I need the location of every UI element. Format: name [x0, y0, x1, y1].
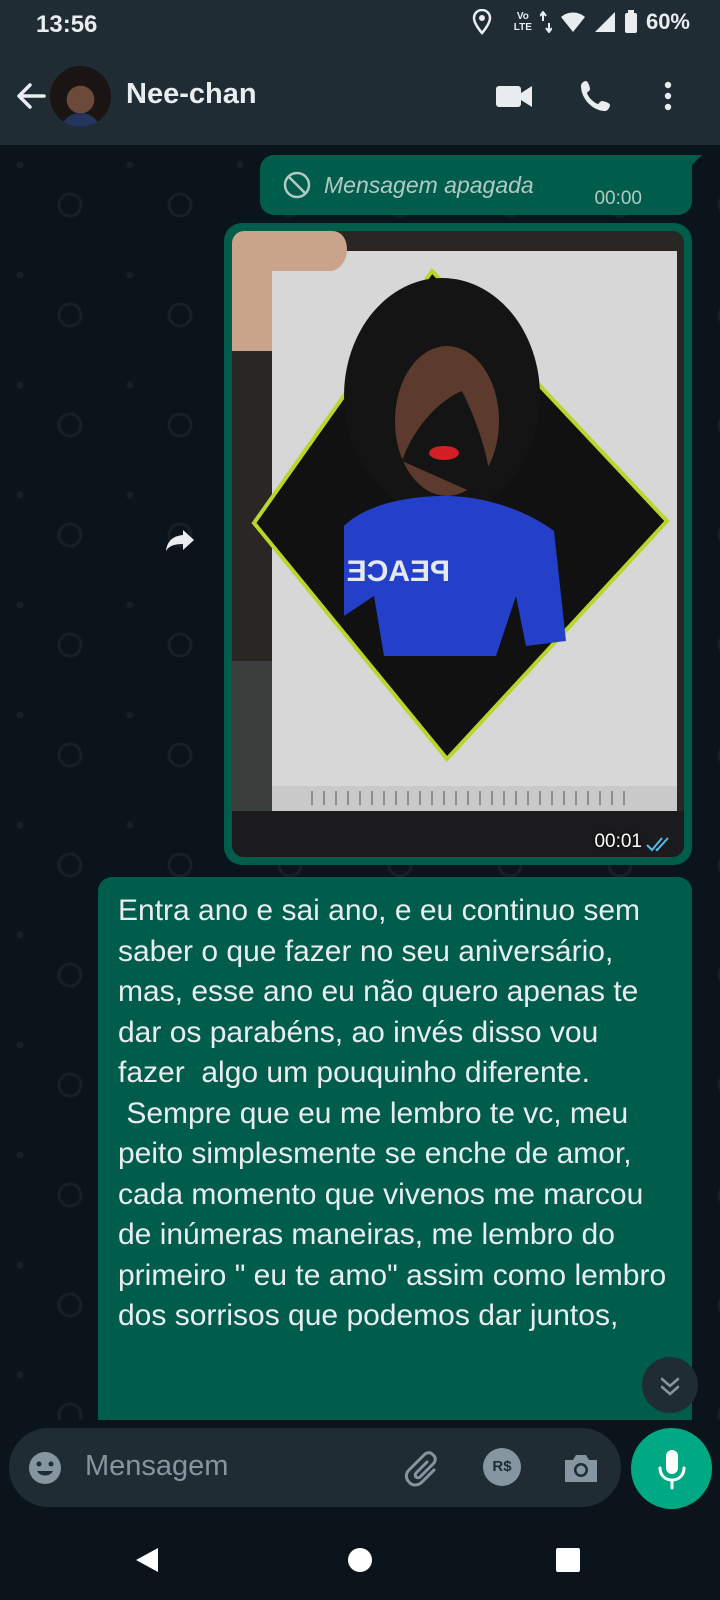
attach-icon[interactable] [404, 1448, 444, 1488]
video-call-icon[interactable] [494, 76, 534, 116]
signal-icon [594, 12, 615, 32]
message-input[interactable]: Mensagem [85, 1450, 228, 1483]
emoji-icon[interactable] [27, 1450, 63, 1486]
nav-recents-icon[interactable] [552, 1544, 584, 1576]
location-icon [472, 9, 492, 35]
message-time: 00:01 [594, 831, 642, 852]
battery-percent: 60% [645, 9, 690, 34]
ban-icon [283, 171, 311, 199]
photo-drawing[interactable]: PEACE [232, 231, 684, 857]
forward-icon[interactable] [164, 523, 198, 557]
text-message[interactable]: Entra ano e sai ano, e eu continuo sem s… [98, 877, 692, 1420]
mic-icon [658, 1450, 686, 1490]
wifi-icon [560, 12, 585, 32]
message-input-bar[interactable]: Mensagem R$ [9, 1428, 621, 1507]
voice-message-button[interactable] [631, 1428, 712, 1509]
message-time: 00:00 [594, 188, 642, 209]
contact-name[interactable]: Nee-chan [126, 78, 257, 111]
image-message[interactable]: PEACE 00:01 [224, 223, 692, 865]
payment-icon[interactable]: R$ [483, 1448, 521, 1486]
phone-icon[interactable] [576, 76, 616, 116]
avatar[interactable] [50, 66, 111, 127]
status-icons: Vo LTE 60% [472, 9, 690, 35]
battery-icon [624, 10, 637, 33]
lte-label: LTE [513, 22, 532, 33]
read-ticks-icon [646, 837, 669, 852]
nav-home-icon[interactable] [344, 1544, 376, 1576]
data-arrows-icon [539, 11, 552, 33]
chat-header: Nee-chan [0, 50, 720, 145]
deleted-message-text: Mensagem apagada [324, 172, 534, 198]
status-time: 13:56 [36, 11, 98, 38]
svg-text:PEACE: PEACE [347, 555, 450, 588]
back-arrow-icon[interactable] [12, 76, 52, 116]
chat-area[interactable]: Mensagem apagada 00:00 PEACE 00:01 Entra… [0, 145, 720, 1420]
nav-back-icon[interactable] [132, 1544, 164, 1576]
more-vert-icon[interactable] [648, 76, 688, 116]
volte-label: Vo [516, 11, 529, 22]
deleted-message[interactable]: Mensagem apagada 00:00 [260, 155, 702, 215]
status-bar: 13:56 Vo LTE 60% [0, 0, 720, 50]
volte-icon: Vo LTE [514, 11, 532, 33]
camera-icon[interactable] [561, 1448, 601, 1488]
photo-illustration: PEACE [232, 231, 684, 857]
scroll-down-button[interactable] [642, 1357, 698, 1413]
message-text: Entra ano e sai ano, e eu continuo sem s… [118, 894, 667, 1332]
system-nav-bar [0, 1520, 720, 1600]
chevron-double-down-icon [660, 1377, 680, 1396]
